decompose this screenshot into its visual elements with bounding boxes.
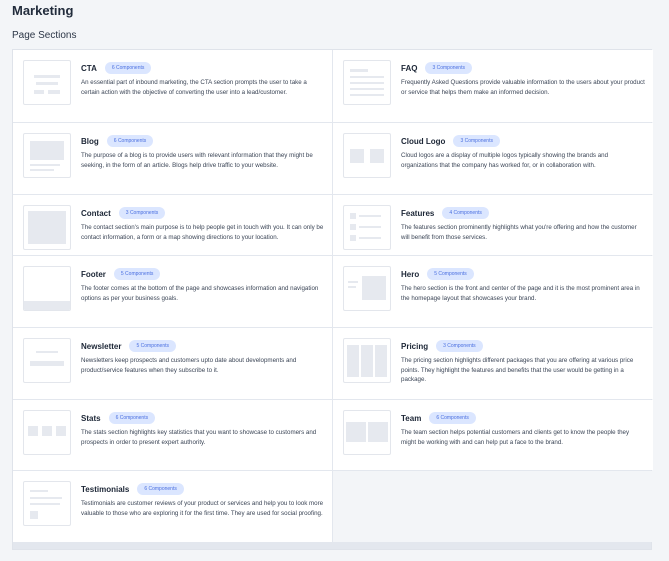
section-card-hero[interactable]: Hero 5 Components The hero section is th… (333, 256, 653, 327)
section-card-features[interactable]: Features 4 Components The features secti… (333, 195, 653, 255)
section-name: CTA (81, 63, 97, 73)
section-card-cloud-logo[interactable]: Cloud Logo 3 Components Cloud logos are … (333, 123, 653, 194)
section-card-team[interactable]: Team 6 Components The team section helps… (333, 400, 653, 470)
section-card-faq[interactable]: FAQ 3 Components Frequently Asked Questi… (333, 50, 653, 122)
section-name: Footer (81, 269, 106, 279)
section-description: Cloud logos are a display of multiple lo… (401, 152, 609, 169)
section-name: Testimonials (81, 484, 130, 494)
section-name: Stats (81, 413, 101, 423)
section-heading: Page Sections (12, 30, 77, 41)
section-description: An essential part of inbound marketing, … (81, 79, 307, 96)
section-description: Testimonials are customer reviews of you… (81, 500, 324, 517)
components-badge: 6 Components (137, 483, 184, 495)
section-description: The footer comes at the bottom of the pa… (81, 285, 319, 302)
stats-thumbnail-icon (23, 410, 71, 455)
empty-grid-cell (333, 471, 653, 542)
components-badge: 4 Components (442, 207, 489, 219)
testimonials-thumbnail-icon (23, 481, 71, 526)
sections-grid: CTA 6 Components An essential part of in… (12, 49, 653, 550)
faq-thumbnail-icon (343, 60, 391, 105)
section-card-pricing[interactable]: Pricing 3 Components The pricing section… (333, 328, 653, 399)
components-badge: 6 Components (106, 135, 154, 147)
components-badge: 5 Components (427, 268, 474, 280)
section-description: The team section helps potential custome… (401, 429, 630, 446)
section-name: Contact (81, 208, 111, 218)
components-badge: 3 Components (436, 340, 483, 352)
components-badge: 5 Components (129, 340, 176, 352)
section-description: The features section prominently highlig… (401, 224, 637, 241)
section-description: Newsletters keep prospects and customers… (81, 357, 297, 374)
components-badge: 6 Components (104, 62, 152, 74)
cloud-logo-thumbnail-icon (343, 133, 391, 178)
blog-thumbnail-icon (23, 133, 71, 178)
section-name: Pricing (401, 341, 429, 351)
contact-thumbnail-icon (23, 205, 71, 250)
team-thumbnail-icon (343, 410, 391, 455)
cta-thumbnail-icon (23, 60, 71, 105)
section-card-stats[interactable]: Stats 6 Components The stats section hig… (13, 400, 332, 470)
section-description: The hero section is the front and center… (401, 285, 640, 302)
section-name: Newsletter (81, 341, 122, 351)
section-name: Cloud Logo (401, 136, 446, 146)
section-name: Hero (401, 269, 420, 279)
components-badge: 3 Components (425, 62, 472, 74)
section-description: The pricing section highlights different… (401, 357, 634, 384)
section-description: The stats section highlights key statist… (81, 429, 317, 446)
pricing-thumbnail-icon (343, 338, 391, 383)
section-name: Team (401, 413, 422, 423)
section-name: Blog (81, 136, 99, 146)
section-card-newsletter[interactable]: Newsletter 5 Components Newsletters keep… (13, 328, 332, 399)
marketing-page: Marketing Page Sections CTA 6 Components… (0, 0, 669, 561)
section-card-blog[interactable]: Blog 6 Components The purpose of a blog … (13, 123, 332, 194)
hero-thumbnail-icon (343, 266, 391, 311)
components-badge: 6 Components (108, 412, 156, 424)
newsletter-thumbnail-icon (23, 338, 71, 383)
features-thumbnail-icon (343, 205, 391, 250)
section-name: Features (401, 208, 435, 218)
section-card-contact[interactable]: Contact 3 Components The contact section… (13, 195, 332, 255)
components-badge: 3 Components (118, 207, 166, 219)
section-description: Frequently Asked Questions provide valua… (401, 79, 645, 96)
page-title: Marketing (12, 3, 74, 18)
components-badge: 5 Components (113, 268, 161, 280)
section-card-cta[interactable]: CTA 6 Components An essential part of in… (13, 50, 332, 122)
components-badge: 3 Components (453, 135, 500, 147)
section-card-testimonials[interactable]: Testimonials 6 Components Testimonials a… (13, 471, 332, 542)
footer-thumbnail-icon (23, 266, 71, 311)
section-description: The contact section's main purpose is to… (81, 224, 324, 241)
components-badge: 6 Components (429, 412, 476, 424)
section-name: FAQ (401, 63, 418, 73)
section-card-footer[interactable]: Footer 5 Components The footer comes at … (13, 256, 332, 327)
section-description: The purpose of a blog is to provide user… (81, 152, 313, 169)
